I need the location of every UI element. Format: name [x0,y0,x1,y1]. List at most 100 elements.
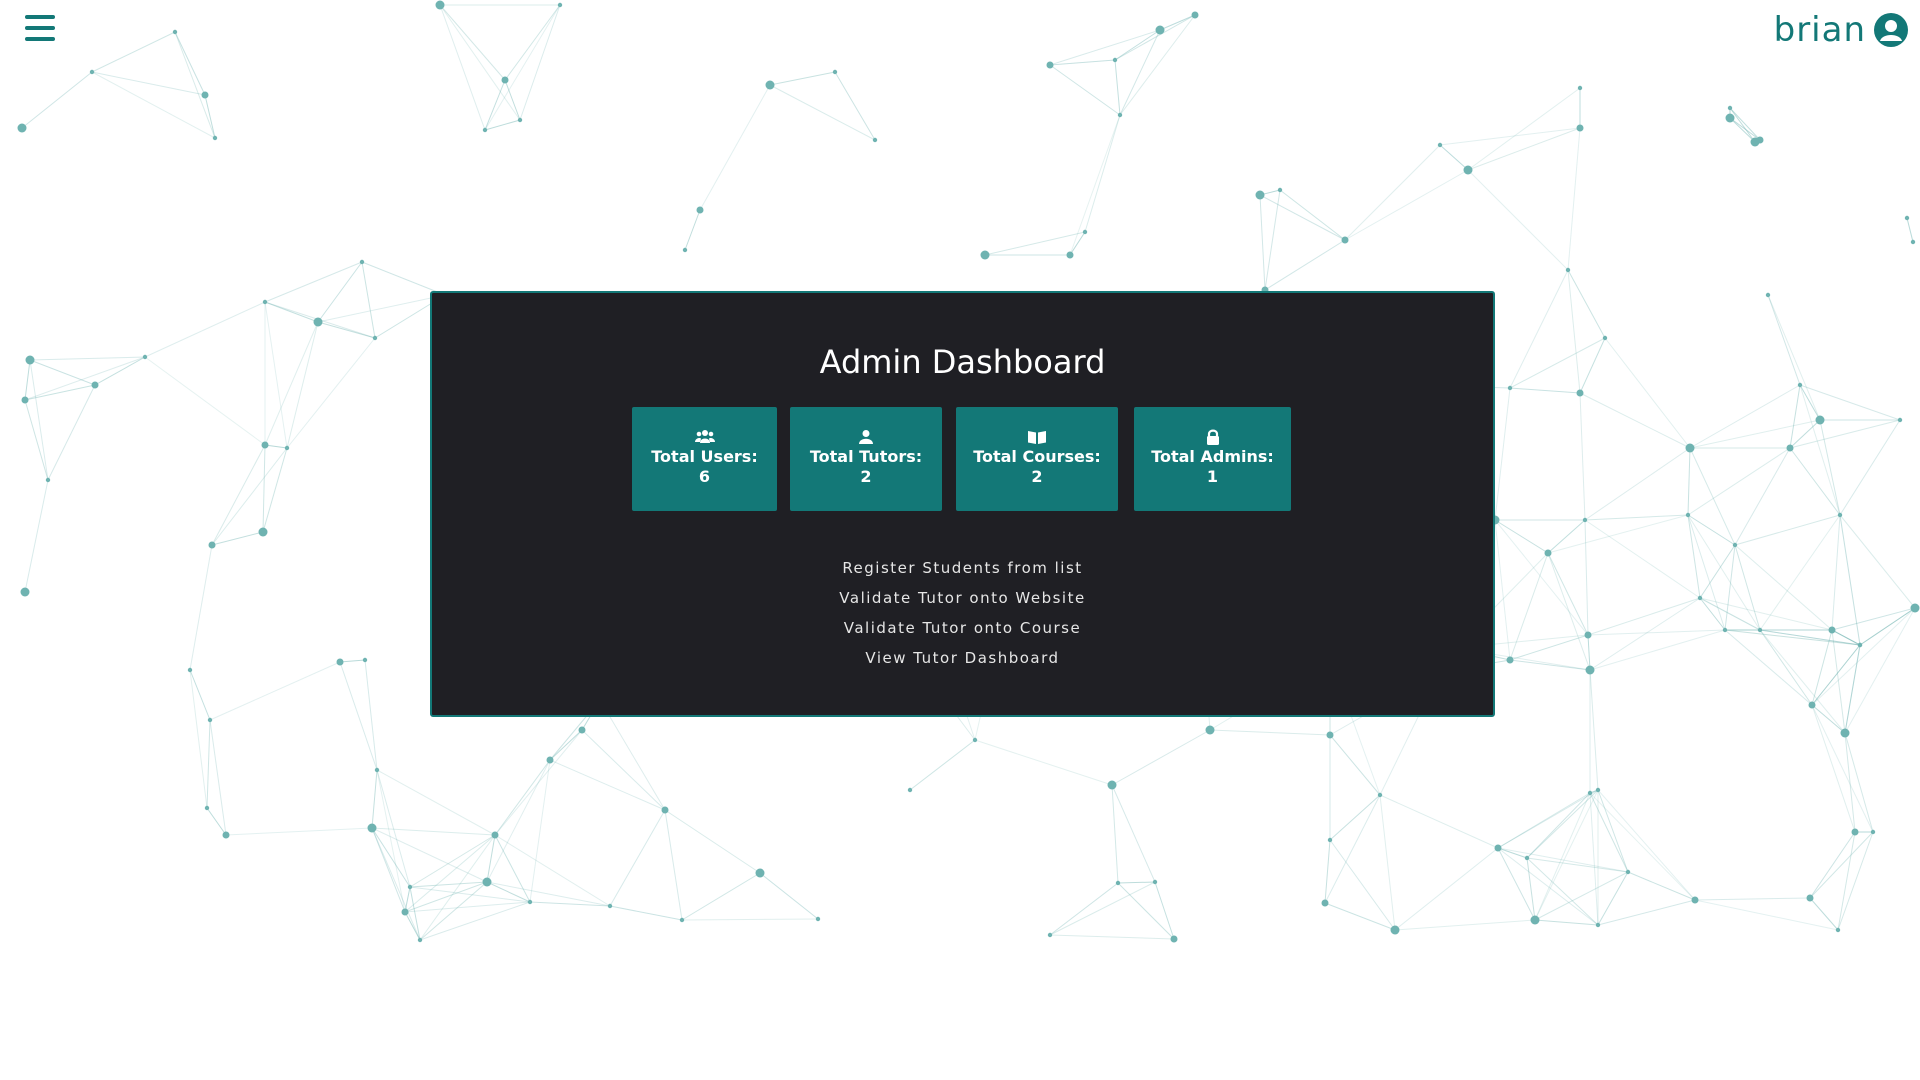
network-node [1326,731,1334,739]
user-menu[interactable]: brian [1774,10,1908,50]
stat-label: Total Users: [651,447,758,466]
network-line [1439,127,1581,146]
network-line [1494,519,1589,636]
network-line [1329,794,1381,841]
network-node [1625,869,1631,875]
link-validate-tutor-website[interactable]: Validate Tutor onto Website [432,583,1493,613]
link-validate-tutor-course[interactable]: Validate Tutor onto Course [432,613,1493,643]
network-line [361,261,376,339]
network-node [1117,112,1123,118]
network-node [661,806,669,814]
network-line [189,544,213,671]
network-node [1828,626,1836,634]
network-line [1111,784,1156,883]
network-node [1277,187,1283,193]
network-line [1799,384,1841,516]
network-node [1582,517,1588,523]
network-node [372,335,378,341]
network-line [1111,784,1119,884]
network-node [546,756,554,764]
network-line [1117,882,1175,940]
network-node [172,29,178,35]
network-node [1524,855,1530,861]
network-node [1757,627,1763,633]
network-line [1759,514,1841,631]
network-line [29,359,49,481]
network-node [17,123,27,133]
lock-icon [1206,429,1219,445]
network-line [609,905,683,921]
network-line [1467,169,1569,271]
network-node [832,69,838,75]
link-register-students[interactable]: Register Students from list [432,553,1493,583]
network-line [1579,392,1691,449]
network-line [1379,794,1499,849]
network-node [1576,389,1584,397]
network-line [1509,387,1581,394]
network-line [1049,64,1121,116]
network-line [419,901,531,941]
book-icon [1028,431,1046,444]
network-line [664,809,761,874]
network-node [1507,385,1513,391]
network-line [371,827,421,941]
network-node [91,381,99,389]
network-line [1264,189,1281,291]
network-node [204,805,210,811]
network-line [1547,552,1589,636]
network-line [549,729,583,761]
network-line [1279,189,1346,241]
network-node [1565,267,1571,273]
network-line [1534,919,1599,926]
network-node [1107,780,1117,790]
network-node [1602,335,1608,341]
network-node [696,206,704,214]
stat-card-courses[interactable]: Total Courses: 2 [956,407,1118,511]
network-line [1584,519,1589,636]
network-node [1047,932,1053,938]
network-line [174,31,216,139]
link-view-tutor-dashboard[interactable]: View Tutor Dashboard [432,643,1493,673]
network-node [1910,603,1920,613]
network-line [1259,194,1346,241]
network-node [1191,11,1199,19]
network-line [339,659,366,663]
network-node [222,831,230,839]
network-line [1687,447,1791,516]
network-node [401,908,409,916]
network-node [207,717,213,723]
hamburger-menu-icon[interactable] [25,15,55,41]
network-line [1687,514,1761,631]
network-line [494,834,611,907]
network-node [1840,728,1850,738]
network-line [1324,839,1331,904]
network-node [1046,61,1054,69]
network-node [1576,124,1584,132]
network-node [1722,627,1728,633]
network-node [1152,879,1158,885]
stat-card-users[interactable]: Total Users: 6 [632,407,777,511]
network-line [581,729,666,811]
network-line [1759,629,1846,734]
page-title: Admin Dashboard [819,343,1106,381]
network-line [409,886,421,941]
network-node [607,903,613,909]
network-node [1815,415,1825,425]
stat-card-tutors[interactable]: Total Tutors: 2 [790,407,942,511]
network-node [1732,542,1738,548]
network-line [144,356,266,446]
network-line [1687,514,1726,631]
network-node [262,299,268,305]
network-node [435,0,445,10]
users-icon [694,430,715,443]
network-line [211,531,264,546]
network-line [206,719,211,809]
network-line [1729,117,1761,141]
network-line [1114,14,1196,61]
network-line [1497,847,1629,873]
network-node [89,69,95,75]
network-node [1544,549,1552,557]
network-node [1341,236,1349,244]
network-node [765,80,775,90]
stat-card-admins[interactable]: Total Admins: 1 [1134,407,1291,511]
